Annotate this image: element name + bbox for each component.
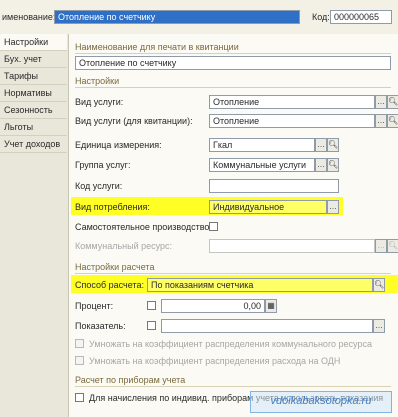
watermark: vdoikabaksotopka.ru	[250, 391, 392, 413]
search-icon[interactable]: 🔍︎	[327, 158, 339, 172]
group-label: Группа услуг:	[75, 160, 131, 170]
group-input[interactable]: Коммунальные услуги	[209, 158, 315, 172]
indicator-checkbox[interactable]	[147, 321, 156, 330]
select-button[interactable]: …	[375, 95, 387, 109]
consumption-input[interactable]: Индивидуальное	[209, 200, 327, 214]
search-icon[interactable]: 🔍︎	[373, 278, 385, 292]
print-name-input[interactable]: Отопление по счетчику	[75, 56, 391, 70]
search-icon[interactable]: 🔍︎	[387, 95, 398, 109]
calc-method-input[interactable]: По показаниям счетчика	[147, 278, 373, 292]
print-name-section: Наименование для печати в квитанции	[75, 42, 239, 52]
self-production-label: Самостоятельное производство:	[75, 222, 212, 232]
divider	[75, 87, 391, 88]
name-label: именование:	[2, 12, 56, 22]
select-button[interactable]: …	[315, 138, 327, 152]
tab-income[interactable]: Учет доходов	[0, 136, 67, 153]
unit-label: Единица измерения:	[75, 140, 162, 150]
communal-resource-input[interactable]	[209, 239, 375, 253]
percent-label: Процент:	[75, 301, 114, 311]
settings-panel: Наименование для печати в квитанции Отоп…	[69, 34, 398, 417]
meters-section: Расчет по приборам учета	[75, 375, 186, 385]
self-production-checkbox[interactable]	[209, 222, 218, 231]
service-type-input[interactable]: Отопление	[209, 95, 375, 109]
calc-method-label: Способ расчета:	[75, 280, 144, 290]
header-bar: именование: Отопление по счетчику Код: 0…	[0, 0, 398, 35]
individual-meters-checkbox[interactable]	[75, 393, 84, 402]
select-button[interactable]: …	[327, 200, 339, 214]
unit-input[interactable]: Гкал	[209, 138, 315, 152]
communal-resource-label: Коммунальный ресурс:	[75, 241, 173, 251]
tab-sidebar: Настройки Бух. учет Тарифы Нормативы Сез…	[0, 34, 69, 417]
calculator-icon[interactable]: ▦	[265, 299, 277, 313]
divider	[75, 53, 391, 54]
percent-input[interactable]: 0,00	[161, 299, 265, 313]
percent-checkbox[interactable]	[147, 301, 156, 310]
consumption-label: Вид потребления:	[75, 202, 150, 212]
code-label: Код:	[312, 12, 330, 22]
settings-section: Настройки	[75, 76, 120, 86]
indicator-label: Показатель:	[75, 321, 126, 331]
tab-tariffs[interactable]: Тарифы	[0, 68, 67, 85]
select-button[interactable]: …	[315, 158, 327, 172]
tab-seasonality[interactable]: Сезонность	[0, 102, 67, 119]
tab-benefits[interactable]: Льготы	[0, 119, 67, 136]
divider	[75, 386, 391, 387]
service-type-receipt-label: Вид услуги (для квитанции):	[75, 116, 193, 126]
tab-norms[interactable]: Нормативы	[0, 85, 67, 102]
multiply-communal-label: Умножать на коэффициент распределения ко…	[89, 339, 372, 349]
multiply-communal-checkbox[interactable]	[75, 339, 84, 348]
search-icon[interactable]: 🔍︎	[387, 239, 398, 253]
indicator-input[interactable]	[161, 319, 373, 333]
code-input[interactable]: 000000065	[330, 10, 392, 24]
calc-section: Настройки расчета	[75, 262, 155, 272]
service-code-input[interactable]	[209, 179, 339, 193]
service-code-label: Код услуги:	[75, 181, 123, 191]
service-type-label: Вид услуги:	[75, 97, 124, 107]
search-icon[interactable]: 🔍︎	[327, 138, 339, 152]
select-button[interactable]: …	[375, 239, 387, 253]
service-type-receipt-input[interactable]: Отопление	[209, 114, 375, 128]
multiply-odn-checkbox[interactable]	[75, 356, 84, 365]
tab-settings[interactable]: Настройки	[0, 34, 67, 51]
name-input[interactable]: Отопление по счетчику	[54, 10, 300, 24]
search-icon[interactable]: 🔍︎	[387, 114, 398, 128]
divider	[75, 273, 391, 274]
select-button[interactable]: …	[373, 319, 385, 333]
tab-accounting[interactable]: Бух. учет	[0, 51, 67, 68]
select-button[interactable]: …	[375, 114, 387, 128]
multiply-odn-label: Умножать на коэффициент распределения ра…	[89, 356, 341, 366]
